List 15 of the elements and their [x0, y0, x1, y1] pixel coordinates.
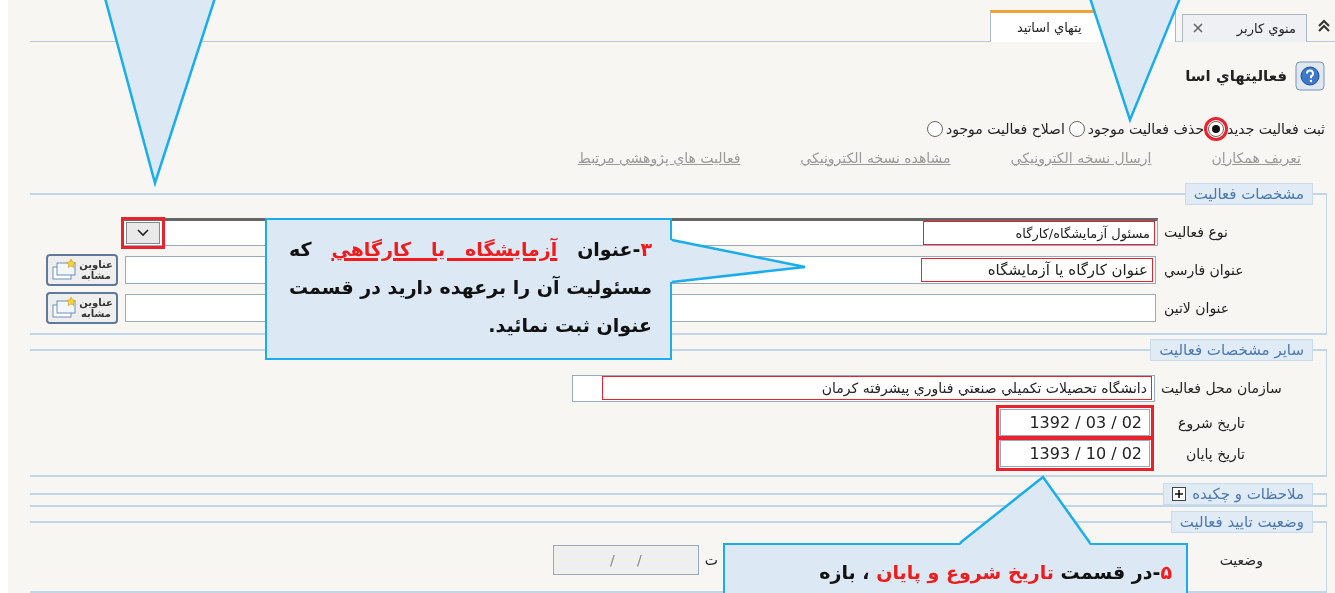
field-label: عنوان لاتين	[1163, 300, 1231, 316]
field-label: وضعيت	[1218, 552, 1264, 568]
section-title: ملاحظات و چكيده	[1192, 485, 1304, 503]
callout-text: ۳-عنوان آزمايشگاه يا كارگاهي كه مسئوليت آن را برعهده داريد در قسمت عنوان ثبت نمائيد.	[289, 237, 652, 339]
section-title: وضعيت تاييد فعاليت	[1179, 513, 1304, 531]
field-label: سازمان محل فعاليت	[1160, 380, 1283, 396]
callout-text: ۵-در قسمت تاريخ شروع و پايان ، بازه	[818, 560, 1172, 586]
field-label: نوع فعاليت	[1163, 224, 1229, 240]
field-label: ت	[704, 552, 718, 568]
field-label: تاريخ شروع	[1177, 414, 1246, 431]
section-title: ساير مشخصات فعاليت	[1159, 341, 1304, 359]
section-title: مشخصات فعاليت	[1193, 185, 1304, 203]
field-label: تاريخ پايان	[1185, 445, 1246, 462]
page-title: فعاليتهاي اسا	[1185, 67, 1287, 86]
field-label: عنوان فارسي	[1163, 262, 1245, 278]
